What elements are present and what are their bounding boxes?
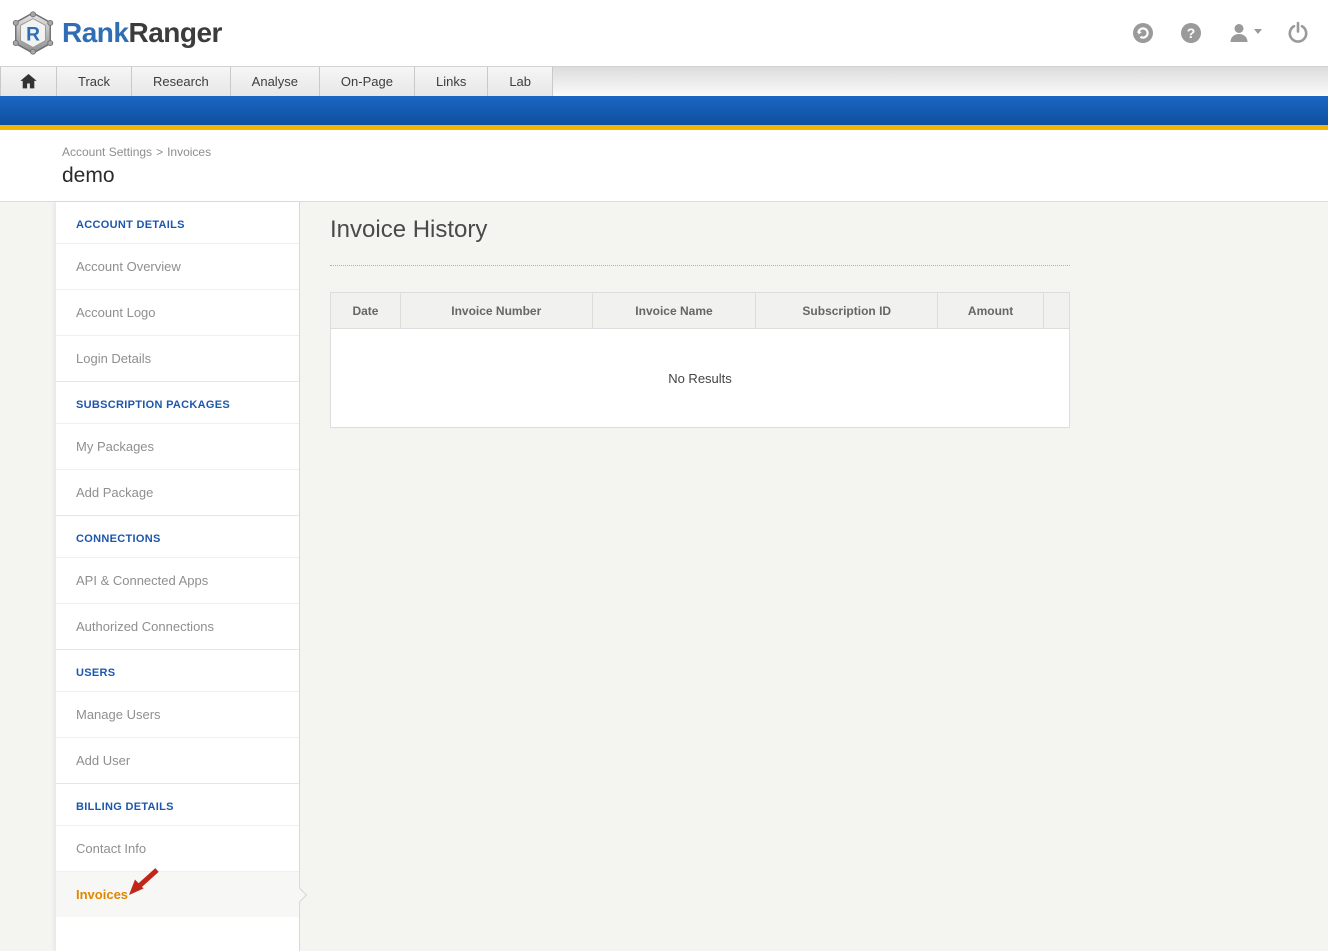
svg-text:R: R [26,25,40,46]
section-title-users: USERS [56,650,299,691]
sidebar-item-account-overview[interactable]: Account Overview [56,243,299,289]
section-title-connections: CONNECTIONS [56,516,299,557]
refresh-icon[interactable] [1131,21,1155,45]
breadcrumb-current: Invoices [167,145,211,159]
user-menu[interactable] [1227,21,1262,45]
user-icon [1227,21,1251,45]
settings-sidebar: ACCOUNT DETAILS Account Overview Account… [55,202,300,951]
sidebar-section-users: USERS Manage Users Add User [56,649,299,783]
home-icon [20,74,37,89]
sidebar-item-contact-info[interactable]: Contact Info [56,825,299,871]
left-gutter [0,202,55,951]
sidebar-item-invoices[interactable]: Invoices [56,871,299,917]
sidebar-section-connections: CONNECTIONS API & Connected Apps Authori… [56,515,299,649]
logout-power-icon[interactable] [1286,21,1310,45]
sidebar-item-add-package[interactable]: Add Package [56,469,299,515]
column-header-date[interactable]: Date [331,293,401,329]
no-results-message: No Results [331,329,1070,428]
sidebar-section-billing-details: BILLING DETAILS Contact Info Invoices [56,783,299,917]
invoice-table: Date Invoice Number Invoice Name Subscri… [330,292,1070,428]
sidebar-item-authorized-connections[interactable]: Authorized Connections [56,603,299,649]
sidebar-item-account-logo[interactable]: Account Logo [56,289,299,335]
sidebar-item-login-details[interactable]: Login Details [56,335,299,381]
main-nav: Track Research Analyse On-Page Links Lab [0,66,1328,96]
help-icon[interactable]: ? [1179,21,1203,45]
column-header-invoice-number[interactable]: Invoice Number [400,293,592,329]
sidebar-item-invoices-label: Invoices [76,887,128,902]
sidebar-section-subscription-packages: SUBSCRIPTION PACKAGES My Packages Add Pa… [56,381,299,515]
breadcrumb-parent[interactable]: Account Settings [62,145,152,159]
blue-accent-band [0,96,1328,130]
dotted-divider [330,265,1070,266]
tab-track[interactable]: Track [57,67,132,96]
topbar-icon-group: ? [1131,21,1314,45]
page-head: Account Settings > Invoices demo [0,130,1328,202]
column-header-subscription-id[interactable]: Subscription ID [756,293,938,329]
rankranger-badge-icon: R [10,10,56,56]
sidebar-item-my-packages[interactable]: My Packages [56,423,299,469]
brand-wordmark: RankRanger [62,17,222,49]
sidebar-item-api-connected-apps[interactable]: API & Connected Apps [56,557,299,603]
empty-results-row: No Results [331,329,1070,428]
content-region: ACCOUNT DETAILS Account Overview Account… [0,202,1328,951]
tab-analyse[interactable]: Analyse [231,67,320,96]
sidebar-section-account-details: ACCOUNT DETAILS Account Overview Account… [56,202,299,381]
column-header-invoice-name[interactable]: Invoice Name [592,293,756,329]
invoice-table-header-row: Date Invoice Number Invoice Name Subscri… [331,293,1070,329]
sidebar-item-manage-users[interactable]: Manage Users [56,691,299,737]
tab-home[interactable] [0,67,57,96]
top-header: R RankRanger ? [0,0,1328,66]
chevron-down-icon [1254,29,1262,34]
brand-word-rank: Rank [62,17,128,48]
tab-lab[interactable]: Lab [488,67,553,96]
svg-text:?: ? [1187,25,1196,41]
section-title-subscription-packages: SUBSCRIPTION PACKAGES [56,382,299,423]
section-title-account-details: ACCOUNT DETAILS [56,202,299,243]
tab-on-page[interactable]: On-Page [320,67,415,96]
tab-links[interactable]: Links [415,67,488,96]
tab-research[interactable]: Research [132,67,231,96]
section-title-billing-details: BILLING DETAILS [56,784,299,825]
brand-logo[interactable]: R RankRanger [10,10,222,56]
invoice-history-panel: Invoice History Date Invoice Number Invo… [300,202,1328,951]
column-header-actions [1044,293,1070,329]
breadcrumb: Account Settings > Invoices [62,145,1328,159]
sidebar-item-add-user[interactable]: Add User [56,737,299,783]
account-name-title: demo [62,164,1328,188]
brand-word-ranger: Ranger [128,17,221,48]
panel-title: Invoice History [330,216,1328,244]
breadcrumb-separator: > [156,145,163,159]
column-header-amount[interactable]: Amount [938,293,1044,329]
